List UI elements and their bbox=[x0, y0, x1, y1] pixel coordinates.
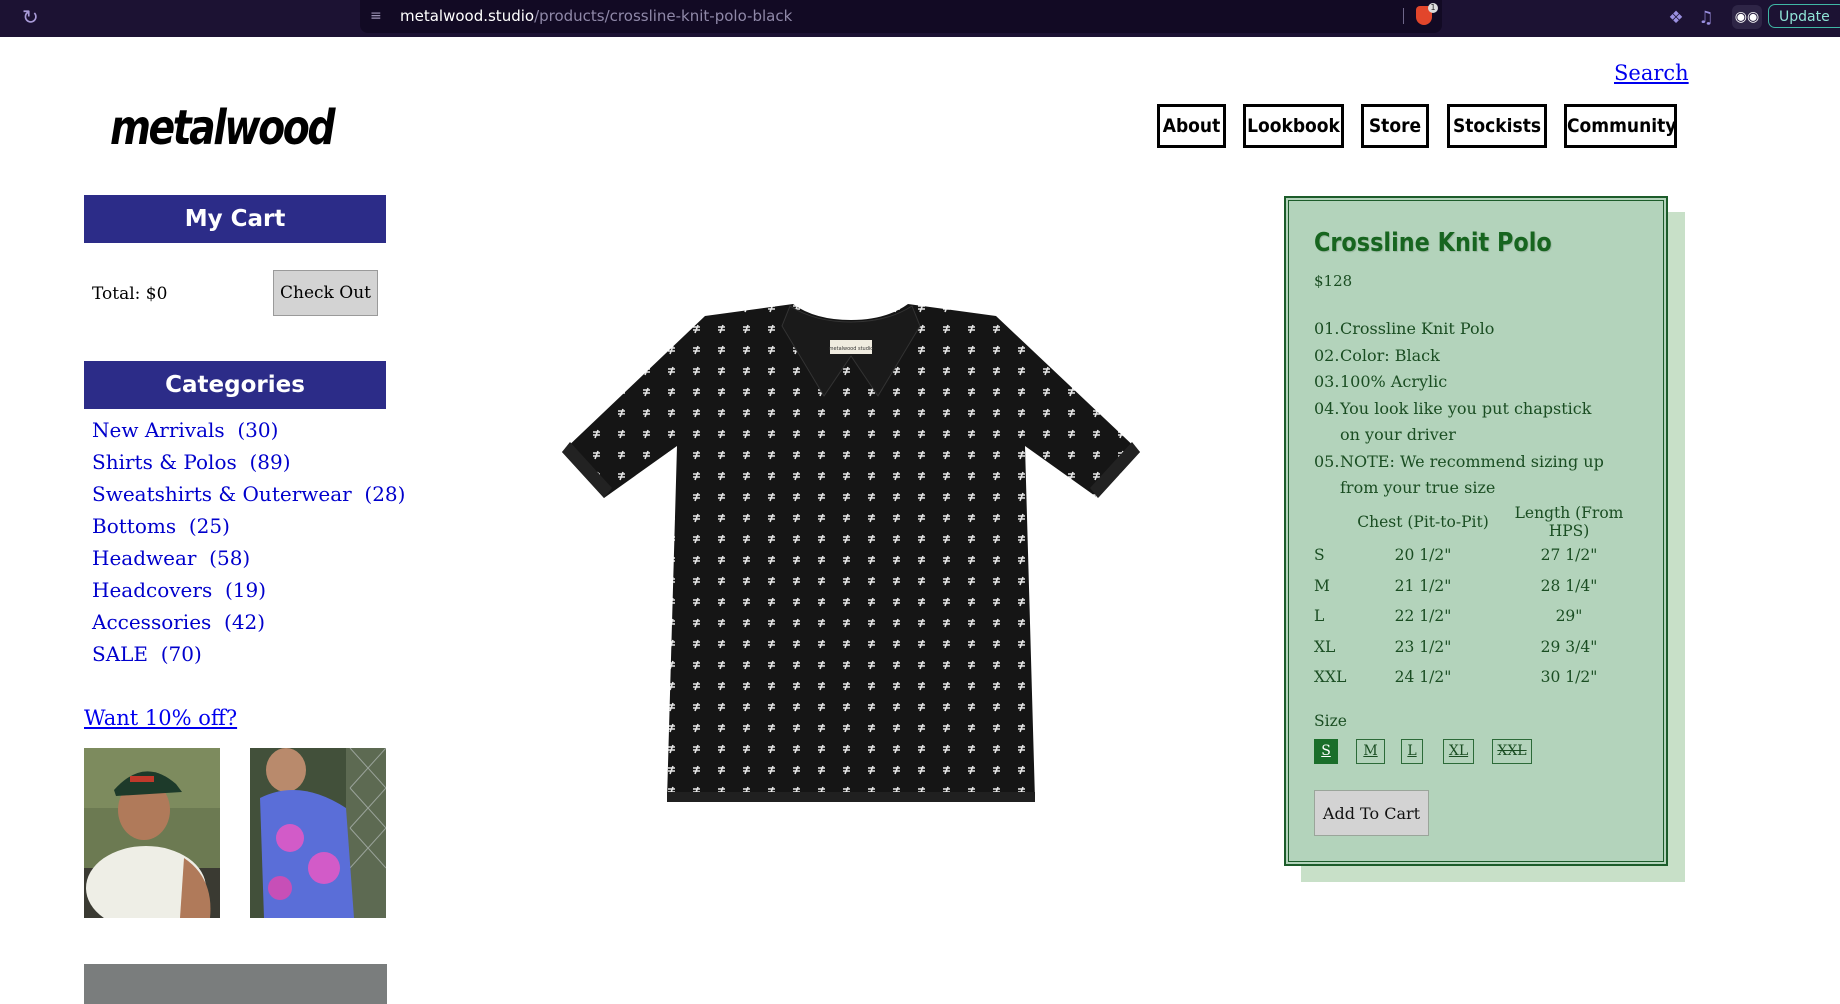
feature-item: 03. 100% Acrylic bbox=[1314, 372, 1448, 391]
product-details-panel: Crossline Knit Polo $128 01. Crossline Kn… bbox=[1284, 196, 1668, 866]
category-list: New Arrivals (30) Shirts & Polos (89) Sw… bbox=[92, 414, 405, 670]
add-to-cart-button[interactable]: Add To Cart bbox=[1314, 790, 1429, 836]
size-label: Size bbox=[1314, 712, 1347, 730]
metalwood-logo[interactable]: metalwood bbox=[110, 102, 336, 154]
size-chart-header bbox=[1314, 504, 1350, 540]
table-row: L 22 1/2" 29" bbox=[1314, 607, 1583, 626]
categories-header: Categories bbox=[84, 361, 386, 409]
size-option-xl[interactable]: XL bbox=[1443, 739, 1474, 764]
promo-photo-cap[interactable] bbox=[84, 748, 220, 918]
site-settings-icon[interactable]: ≡ bbox=[370, 8, 382, 24]
discount-link[interactable]: Want 10% off? bbox=[84, 706, 237, 730]
table-row: S 20 1/2" 27 1/2" bbox=[1314, 546, 1598, 565]
product-tag-text: metalwood studio bbox=[829, 346, 874, 352]
featured-banner[interactable] bbox=[84, 964, 387, 1004]
address-bar[interactable]: ≡ metalwood.studio/products/crossline-kn… bbox=[360, 0, 1442, 33]
nav-store[interactable]: Store bbox=[1361, 104, 1429, 148]
size-option-l[interactable]: L bbox=[1401, 739, 1423, 764]
nav-community[interactable]: Community bbox=[1564, 104, 1677, 148]
product-price: $128 bbox=[1314, 272, 1353, 290]
nav-lookbook[interactable]: Lookbook bbox=[1243, 104, 1344, 148]
product-title: Crossline Knit Polo bbox=[1314, 228, 1552, 258]
address-divider bbox=[1403, 8, 1404, 24]
table-row: XL 23 1/2" 29 3/4" bbox=[1314, 637, 1598, 656]
extensions-icon[interactable]: ❖ bbox=[1666, 8, 1686, 28]
category-headwear[interactable]: Headwear (58) bbox=[92, 542, 405, 574]
category-new-arrivals[interactable]: New Arrivals (30) bbox=[92, 414, 405, 446]
size-chart-header-length: Length (From HPS) bbox=[1514, 504, 1624, 540]
feature-item: 02. Color: Black bbox=[1314, 345, 1440, 365]
category-accessories[interactable]: Accessories (42) bbox=[92, 606, 405, 638]
music-icon[interactable]: ♫ bbox=[1696, 8, 1716, 28]
cart-header: My Cart bbox=[84, 195, 386, 243]
size-option-m[interactable]: M bbox=[1356, 739, 1385, 764]
size-option-s[interactable]: S bbox=[1314, 739, 1338, 764]
update-button[interactable]: Update bbox=[1768, 4, 1840, 28]
feature-list: 01. Crossline Knit Polo 02. Color: Black 0… bbox=[1314, 316, 1654, 502]
search-link[interactable]: Search bbox=[1614, 61, 1689, 85]
size-chart-header-chest: Chest (Pit-to-Pit) bbox=[1357, 513, 1489, 531]
nav-stockists[interactable]: Stockists bbox=[1447, 104, 1547, 148]
feature-item: 04. You look like you put chapstick on yo… bbox=[1314, 398, 1592, 445]
size-chart-table: Chest (Pit-to-Pit) Length (From HPS) S 20… bbox=[1314, 504, 1642, 693]
feature-item: 01. Crossline Knit Polo bbox=[1314, 319, 1495, 338]
checkout-button[interactable]: Check Out bbox=[273, 270, 378, 316]
size-option-xxl: XXL bbox=[1492, 739, 1532, 764]
category-shirts-polos[interactable]: Shirts & Polos (89) bbox=[92, 446, 405, 478]
cart-total: Total: $0 bbox=[92, 284, 168, 304]
category-sale[interactable]: SALE (70) bbox=[92, 638, 405, 670]
browser-toolbar: ↻ ≡ metalwood.studio/products/crossline-… bbox=[0, 0, 1840, 37]
url-host: metalwood.studio bbox=[400, 7, 535, 25]
url-text[interactable]: metalwood.studio/products/crossline-knit… bbox=[400, 7, 792, 25]
category-sweatshirts-outerwear[interactable]: Sweatshirts & Outerwear (28) bbox=[92, 478, 405, 510]
table-row: XXL 24 1/2" 30 1/2" bbox=[1314, 668, 1598, 687]
promo-photo-sweater[interactable] bbox=[250, 748, 386, 918]
reload-icon[interactable]: ↻ bbox=[22, 6, 44, 28]
category-bottoms[interactable]: Bottoms (25) bbox=[92, 510, 405, 542]
feature-item: 05. NOTE: We recommend sizing up from you… bbox=[1314, 451, 1604, 498]
shield-count-badge: 1 bbox=[1428, 3, 1438, 13]
nav-about[interactable]: About bbox=[1157, 104, 1226, 148]
reader-glasses-icon[interactable]: ◉◉ bbox=[1732, 5, 1762, 29]
table-row: M 21 1/2" 28 1/4" bbox=[1314, 576, 1598, 595]
category-headcovers[interactable]: Headcovers (19) bbox=[92, 574, 405, 606]
url-path: /products/crossline-knit-polo-black bbox=[534, 7, 793, 25]
product-image: metalwood studio bbox=[560, 300, 1142, 810]
